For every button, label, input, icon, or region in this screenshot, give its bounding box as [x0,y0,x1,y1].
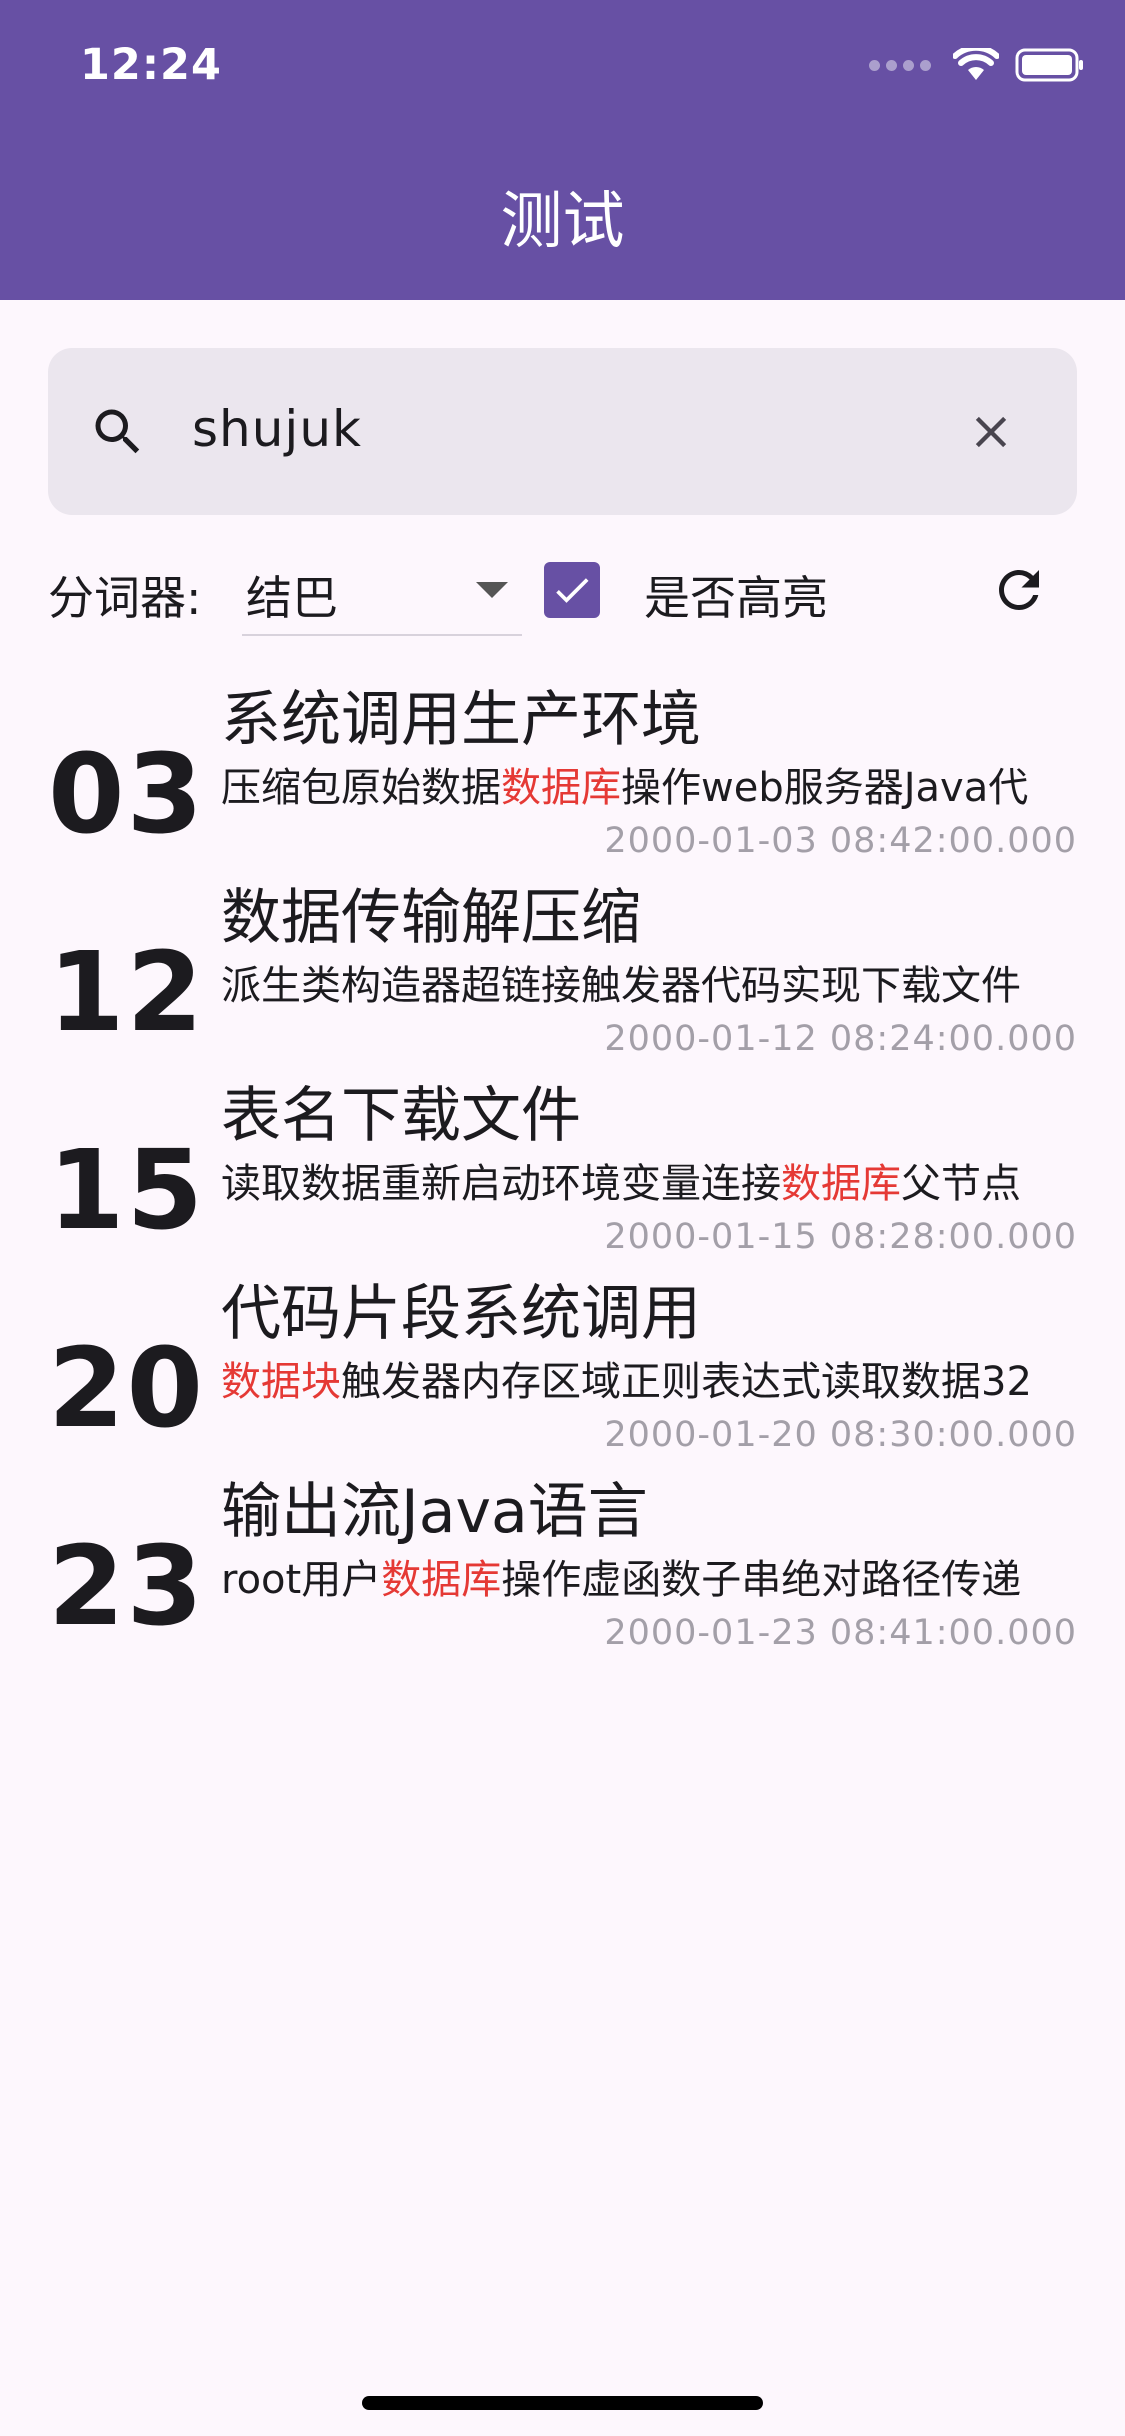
snippet-text: root用户 [221,1557,382,1603]
day-number: 20 [48,1324,206,1452]
refresh-icon[interactable] [989,560,1049,620]
list-item-body: 代码片段系统调用 数据块触发器内存区域正则表达式读取数据32 2000-01-20 … [221,1274,1077,1460]
cellular-signal-icon [869,56,937,75]
list-item-title: 代码片段系统调用 [221,1279,701,1349]
search-icon [95,409,140,454]
controls-row: 分词器: 结巴 是否高亮 [48,548,1077,638]
list-item-timestamp: 2000-01-23 08:41:00.000 [604,1613,1077,1653]
snippet-text: 压缩包原始数据 [221,765,501,811]
list-item[interactable]: 20 代码片段系统调用 数据块触发器内存区域正则表达式读取数据32 2000-01-2… [48,1274,1077,1472]
list-item-title: 数据传输解压缩 [221,883,641,953]
search-input[interactable]: shujuk [192,400,362,458]
wifi-icon [953,48,999,80]
list-item[interactable]: 03 系统调用生产环境 压缩包原始数据数据库操作web服务器Java代 2000-01… [48,680,1077,878]
snippet-text: 父节点 [901,1161,1021,1207]
snippet-text: 派生类构造器超链接触发器代码实现下载文件 [221,963,1021,1009]
highlight-checkbox[interactable] [544,562,600,618]
status-time: 12:24 [80,40,222,90]
battery-icon [1015,48,1083,82]
highlighted-keyword: 数据库 [381,1557,502,1603]
snippet-text: 读取数据重新启动环境变量连接 [221,1161,781,1207]
list-item-snippet: 压缩包原始数据数据库操作web服务器Java代 [221,760,1077,816]
highlight-label: 是否高亮 [644,571,828,625]
app-bar: 12:24 测试 [0,0,1125,300]
segmenter-label: 分词器: [48,571,202,625]
clear-icon[interactable] [965,406,1017,458]
list-item-body: 数据传输解压缩派生类构造器超链接触发器代码实现下载文件 2000-01-12 08… [221,878,1077,1064]
list-item-timestamp: 2000-01-15 08:28:00.000 [604,1217,1077,1257]
dropdown-arrow-icon [476,582,508,598]
list-item-title: 系统调用生产环境 [221,685,701,755]
list-item-title: 输出流Java语言 [221,1477,648,1547]
list-item[interactable]: 15 表名下载文件 读取数据重新启动环境变量连接数据库父节点 2000-01-15 0… [48,1076,1077,1274]
day-number: 03 [48,730,206,858]
day-number: 15 [48,1126,206,1254]
day-number: 23 [48,1522,206,1650]
list-item-snippet: root用户数据库操作虚函数子串绝对路径传递 [221,1552,1077,1608]
list-item-title: 表名下载文件 [221,1081,581,1151]
segmenter-dropdown[interactable]: 结巴 [242,548,522,636]
snippet-text: 操作虚函数子串绝对路径传递 [501,1557,1022,1603]
list-item-body: 输出流Java语言 root用户数据库操作虚函数子串绝对路径传递 2000-01-2… [221,1472,1077,1658]
list-item[interactable]: 23 输出流Java语言 root用户数据库操作虚函数子串绝对路径传递 2000-01… [48,1472,1077,1670]
day-number: 12 [48,928,206,1056]
list-item[interactable]: 12 数据传输解压缩派生类构造器超链接触发器代码实现下载文件 2000-01-12 … [48,878,1077,1076]
list-item-timestamp: 2000-01-12 08:24:00.000 [604,1019,1077,1059]
highlighted-keyword: 数据库 [781,1161,901,1207]
highlighted-keyword: 数据块 [221,1359,341,1405]
list-item-body: 系统调用生产环境 压缩包原始数据数据库操作web服务器Java代 2000-01-0… [221,680,1077,866]
result-list: 03 系统调用生产环境 压缩包原始数据数据库操作web服务器Java代 2000-01… [48,680,1077,1670]
list-item-body: 表名下载文件 读取数据重新启动环境变量连接数据库父节点 2000-01-15 08:… [221,1076,1077,1262]
segmenter-value: 结巴 [246,571,338,625]
home-indicator [362,2396,763,2410]
search-bar[interactable]: shujuk [48,348,1077,515]
list-item-timestamp: 2000-01-03 08:42:00.000 [604,821,1077,861]
list-item-snippet: 读取数据重新启动环境变量连接数据库父节点 [221,1156,1077,1212]
snippet-text: 操作web服务器Java代 [621,765,1029,811]
list-item-snippet: 派生类构造器超链接触发器代码实现下载文件 [221,958,1077,1014]
list-item-snippet: 数据块触发器内存区域正则表达式读取数据32 [221,1354,1077,1410]
page-title: 测试 [500,184,625,257]
highlighted-keyword: 数据库 [501,765,621,811]
check-icon [556,578,589,603]
snippet-text: 触发器内存区域正则表达式读取数据32 [341,1359,1032,1405]
status-icons [869,48,1085,82]
list-item-timestamp: 2000-01-20 08:30:00.000 [604,1415,1077,1455]
